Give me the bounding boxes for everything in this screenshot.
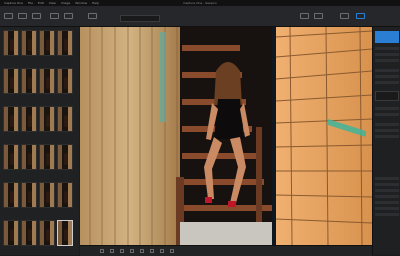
thumbnail[interactable] [3,68,19,94]
metadata-row [375,189,399,192]
photo [80,27,372,245]
thumbnail[interactable] [39,144,55,170]
slider-row[interactable] [375,47,399,50]
pan-icon[interactable] [100,249,104,253]
thumbnail[interactable] [3,106,19,132]
metadata-row [375,213,399,216]
search-input[interactable] [120,15,160,22]
slider-row[interactable] [375,107,399,110]
crop-icon[interactable] [110,249,114,253]
zoom-icon[interactable] [170,249,174,253]
thumbnail[interactable] [3,220,19,246]
tool-panel [372,27,400,255]
grid-icon[interactable] [300,13,309,19]
picker-icon[interactable] [150,249,154,253]
thumbnail-selected[interactable] [57,220,73,246]
export-icon[interactable] [340,13,349,19]
menu-image[interactable]: Image [61,1,70,5]
image-viewer[interactable] [80,27,372,245]
thumbnail[interactable] [3,182,19,208]
slider-row[interactable] [375,81,399,84]
compare-icon[interactable] [314,13,323,19]
levels-graph[interactable] [375,91,399,101]
menu-edit[interactable]: Edit [38,1,44,5]
view-icon[interactable] [88,13,97,19]
thumbnail[interactable] [57,68,73,94]
workspace-icon[interactable] [50,13,59,19]
thumbnail[interactable] [39,182,55,208]
metadata-row [375,195,399,198]
thumbnail[interactable] [39,30,55,56]
settings-icon[interactable] [356,13,365,19]
thumbnail[interactable] [21,30,37,56]
thumbnail[interactable] [57,144,73,170]
heal-icon[interactable] [130,249,134,253]
thumbnail[interactable] [21,144,37,170]
capture-icon[interactable] [18,13,27,19]
menu-window[interactable]: Window [75,1,87,5]
thumbnail[interactable] [21,68,37,94]
thumbnail[interactable] [39,106,55,132]
thumbnail[interactable] [57,182,73,208]
thumbnail[interactable] [39,220,55,246]
menu-help[interactable]: Help [92,1,99,5]
cursor-icon[interactable] [64,13,73,19]
thumbnail[interactable] [57,30,73,56]
image-browser [0,27,79,255]
metadata-row [375,201,399,204]
browse-icon[interactable] [32,13,41,19]
slider-row[interactable] [375,53,399,56]
import-icon[interactable] [4,13,13,19]
thumbnail[interactable] [21,220,37,246]
slider-row[interactable] [375,123,399,126]
menu-view[interactable]: View [49,1,56,5]
slider-row[interactable] [375,113,399,116]
slider-row[interactable] [375,69,399,72]
metadata-row [375,183,399,186]
thumbnail[interactable] [3,144,19,170]
viewer-toolbar [80,245,372,256]
thumbnail[interactable] [3,30,19,56]
thumbnail[interactable] [57,106,73,132]
thumbnail[interactable] [21,106,37,132]
top-toolbar [0,6,400,27]
slider-row[interactable] [375,129,399,132]
metadata-row [375,177,399,180]
thumbnail[interactable] [39,68,55,94]
menu-file[interactable]: File [28,1,33,5]
wb-icon[interactable] [160,249,164,253]
slider-row[interactable] [375,135,399,138]
brush-icon[interactable] [140,249,144,253]
rotate-icon[interactable] [120,249,124,253]
metadata-row [375,207,399,210]
slider-row[interactable] [375,75,399,78]
slider-row[interactable] [375,59,399,62]
thumbnail[interactable] [21,182,37,208]
menu-app[interactable]: Capture One [4,1,23,5]
histogram-panel [375,31,399,43]
